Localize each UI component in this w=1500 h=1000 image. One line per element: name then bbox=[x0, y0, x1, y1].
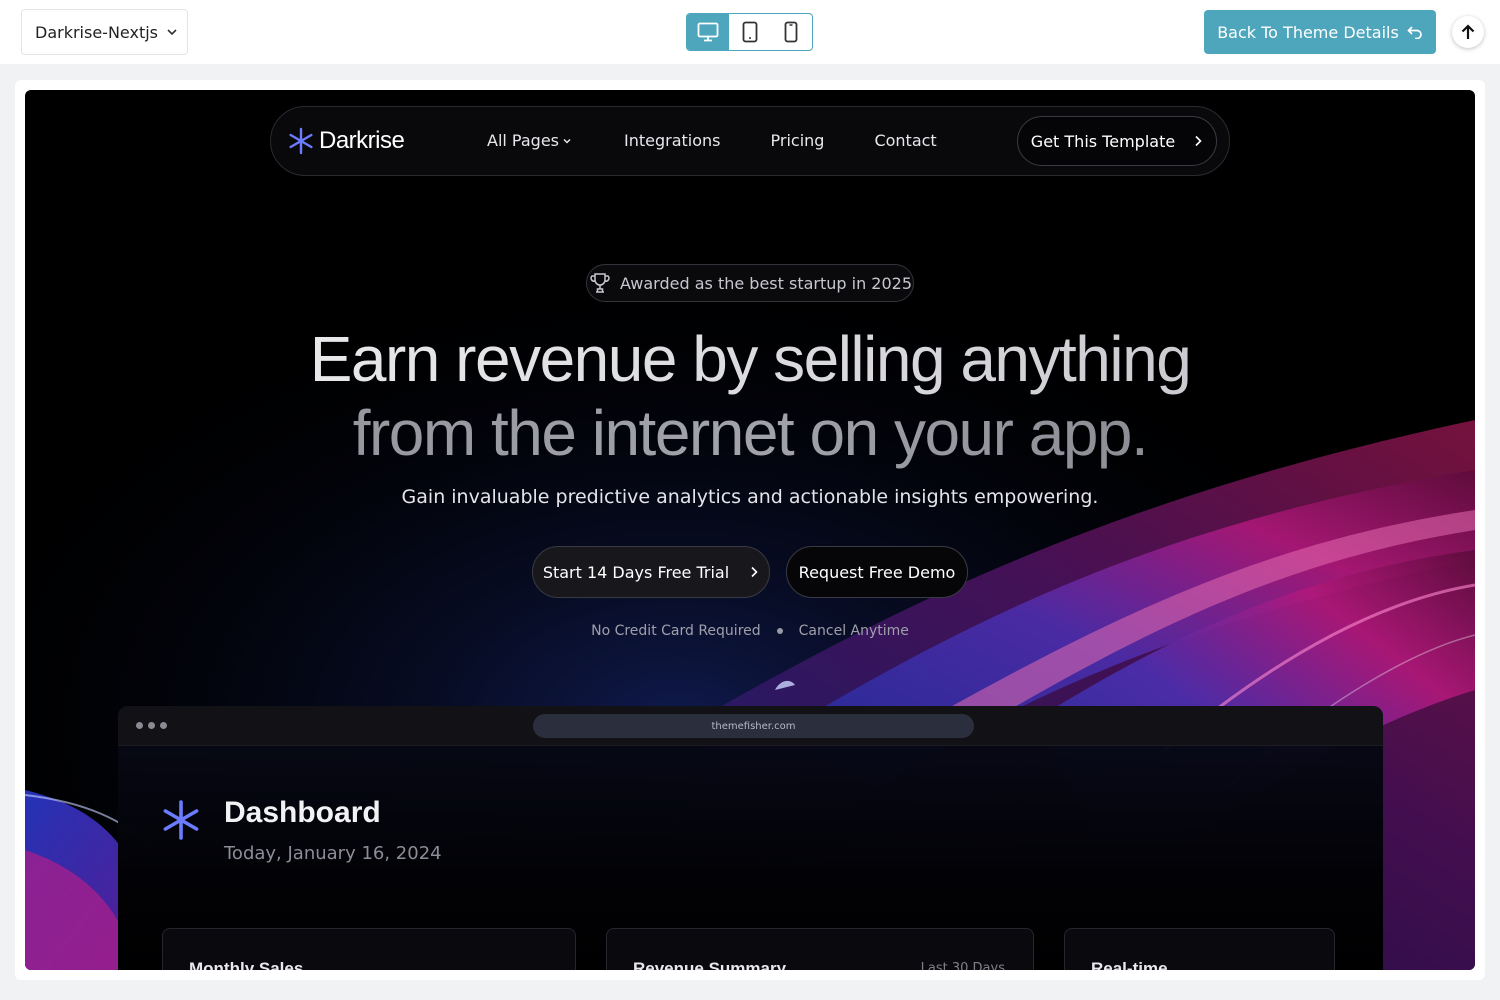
chevron-down-icon bbox=[563, 138, 571, 144]
trophy-icon bbox=[590, 273, 610, 293]
nav-links: All Pages Integrations Pricing Contact bbox=[487, 131, 937, 150]
monthly-sales-card: Monthly Sales bbox=[162, 928, 576, 970]
get-template-button[interactable]: Get This Template bbox=[1017, 116, 1217, 166]
award-badge: Awarded as the best startup in 2025 bbox=[586, 264, 914, 302]
nav-link-pricing[interactable]: Pricing bbox=[771, 131, 825, 150]
dashboard-title: Dashboard bbox=[224, 796, 381, 829]
hero-title-line-2: from the internet on your app. bbox=[25, 396, 1475, 470]
card-period: Last 30 Days bbox=[920, 961, 1005, 970]
nav-link-label: All Pages bbox=[487, 131, 559, 150]
site-preview: Darkrise All Pages Integrations Pricing … bbox=[25, 90, 1475, 970]
browser-bar: themefisher.com bbox=[118, 706, 1383, 746]
request-demo-button[interactable]: Request Free Demo bbox=[786, 546, 968, 598]
request-demo-label: Request Free Demo bbox=[798, 562, 956, 582]
nav-link-label: Contact bbox=[874, 131, 937, 150]
start-trial-button[interactable]: Start 14 Days Free Trial bbox=[532, 546, 770, 598]
tablet-icon bbox=[742, 21, 757, 43]
get-template-label: Get This Template bbox=[1030, 131, 1176, 151]
note-cancel-anytime: Cancel Anytime bbox=[798, 623, 909, 639]
arrow-up-icon bbox=[1461, 24, 1475, 39]
brand-logo[interactable]: Darkrise bbox=[287, 127, 405, 155]
revenue-summary-card: Revenue Summary Last 30 Days bbox=[606, 928, 1034, 970]
separator-dot bbox=[776, 628, 783, 634]
nav-link-all-pages[interactable]: All Pages bbox=[487, 131, 572, 150]
theme-select[interactable]: Darkrise-Nextjs bbox=[21, 9, 188, 55]
nav-link-integrations[interactable]: Integrations bbox=[624, 131, 721, 150]
back-button-label: Back To Theme Details bbox=[1217, 22, 1399, 42]
url-bar: themefisher.com bbox=[533, 714, 974, 738]
hero-notes: No Credit Card Required Cancel Anytime bbox=[25, 623, 1475, 639]
window-dots bbox=[136, 722, 167, 729]
device-desktop-button[interactable] bbox=[687, 14, 729, 50]
hero-title-line-1: Earn revenue by selling anything bbox=[25, 322, 1475, 396]
chevron-right-icon bbox=[751, 566, 758, 578]
nav-link-contact[interactable]: Contact bbox=[874, 131, 936, 150]
note-no-credit-card: No Credit Card Required bbox=[591, 623, 761, 639]
hero-subtitle: Gain invaluable predictive analytics and… bbox=[401, 486, 1099, 508]
card-title: Revenue Summary bbox=[633, 959, 787, 970]
start-trial-label: Start 14 Days Free Trial bbox=[542, 562, 730, 582]
theme-select-label: Darkrise-Nextjs bbox=[35, 22, 158, 42]
dashboard-date: Today, January 16, 2024 bbox=[224, 843, 442, 864]
card-title: Monthly Sales bbox=[189, 959, 304, 970]
card-title: Real-time bbox=[1091, 959, 1168, 970]
brand-name: Darkrise bbox=[319, 127, 405, 154]
back-to-theme-details-button[interactable]: Back To Theme Details bbox=[1204, 10, 1436, 54]
dashboard-preview: themefisher.com Dashboard Today, January… bbox=[118, 706, 1383, 970]
real-time-card: Real-time bbox=[1064, 928, 1335, 970]
asterisk-logo-icon bbox=[289, 127, 313, 155]
nav-link-label: Integrations bbox=[624, 131, 721, 150]
device-switcher bbox=[686, 13, 813, 51]
device-tablet-button[interactable] bbox=[729, 14, 771, 50]
asterisk-logo-icon bbox=[163, 800, 199, 840]
mobile-icon bbox=[784, 21, 798, 43]
device-mobile-button[interactable] bbox=[770, 14, 812, 50]
chevron-right-icon bbox=[1195, 135, 1202, 147]
main-nav: Darkrise All Pages Integrations Pricing … bbox=[270, 106, 1230, 176]
award-text: Awarded as the best startup in 2025 bbox=[619, 273, 913, 293]
preview-toolbar: Darkrise-Nextjs Back To Theme Details bbox=[0, 0, 1500, 64]
return-arrow-icon bbox=[1407, 26, 1422, 39]
desktop-icon bbox=[697, 22, 719, 42]
chevron-down-icon bbox=[166, 26, 178, 38]
nav-link-label: Pricing bbox=[770, 131, 825, 150]
scroll-top-button[interactable] bbox=[1452, 16, 1484, 48]
